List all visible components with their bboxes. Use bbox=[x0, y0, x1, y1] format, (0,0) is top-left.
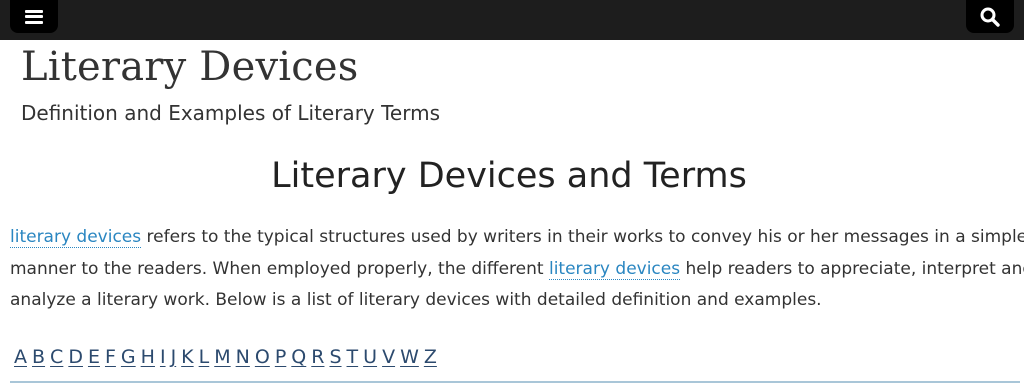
alphabet-link-j[interactable]: J bbox=[171, 346, 177, 368]
literary-devices-link[interactable]: literary devices bbox=[10, 227, 142, 248]
alphabet-link-n[interactable]: N bbox=[236, 346, 250, 368]
search-icon bbox=[980, 7, 1000, 27]
alphabet-link-r[interactable]: R bbox=[311, 346, 324, 368]
alphabet-link-h[interactable]: H bbox=[141, 346, 155, 368]
intro-text: help readers to appreciate, interpret an… bbox=[680, 258, 1024, 279]
alphabet-link-b[interactable]: B bbox=[32, 346, 45, 368]
alphabet-link-k[interactable]: K bbox=[181, 346, 193, 368]
alphabet-link-p[interactable]: P bbox=[275, 346, 286, 368]
alphabet-link-i[interactable]: I bbox=[160, 346, 166, 368]
alphabet-link-l[interactable]: L bbox=[199, 346, 210, 368]
alphabet-link-c[interactable]: C bbox=[50, 346, 63, 368]
menu-hamburger-icon bbox=[25, 9, 43, 24]
alphabet-link-t[interactable]: T bbox=[347, 346, 359, 368]
intro-paragraph: literary devices refers to the typical s… bbox=[10, 222, 1024, 317]
alphabet-link-g[interactable]: G bbox=[121, 346, 136, 368]
literary-devices-link[interactable]: literary devices bbox=[548, 258, 681, 280]
intro-text: analyze a literary work. Below is a list… bbox=[10, 290, 822, 310]
alphabet-link-s[interactable]: S bbox=[329, 346, 341, 368]
alphabet-link-z[interactable]: Z bbox=[424, 346, 437, 368]
menu-button[interactable] bbox=[10, 0, 58, 33]
alphabet-link-u[interactable]: U bbox=[363, 346, 377, 368]
alphabet-link-a[interactable]: A bbox=[14, 346, 27, 368]
search-button[interactable] bbox=[966, 0, 1014, 33]
alphabet-index: ABCDEFGHIJKLMNOPQRSTUVWZ bbox=[14, 346, 442, 368]
alphabet-link-q[interactable]: Q bbox=[291, 346, 306, 368]
intro-text: refers to the typical structures used by… bbox=[141, 227, 1024, 247]
top-navigation-bar bbox=[0, 0, 1024, 40]
alphabet-link-w[interactable]: W bbox=[400, 346, 419, 368]
site-tagline: Definition and Examples of Literary Term… bbox=[21, 101, 441, 125]
alphabet-link-e[interactable]: E bbox=[88, 346, 100, 368]
intro-line-1: literary devices refers to the typical s… bbox=[10, 222, 1024, 254]
intro-line-3: analyze a literary work. Below is a list… bbox=[10, 285, 1015, 317]
alphabet-link-o[interactable]: O bbox=[255, 346, 270, 368]
site-title[interactable]: Literary Devices bbox=[21, 44, 358, 90]
alphabet-link-m[interactable]: M bbox=[214, 346, 230, 368]
divider bbox=[10, 381, 1020, 383]
intro-text: manner to the readers. When employed pro… bbox=[10, 258, 549, 279]
intro-line-2: manner to the readers. When employed pro… bbox=[10, 254, 1024, 286]
alphabet-link-f[interactable]: F bbox=[105, 346, 116, 368]
page-title: Literary Devices and Terms bbox=[271, 156, 747, 196]
alphabet-link-v[interactable]: V bbox=[382, 346, 395, 368]
alphabet-link-d[interactable]: D bbox=[68, 346, 83, 368]
